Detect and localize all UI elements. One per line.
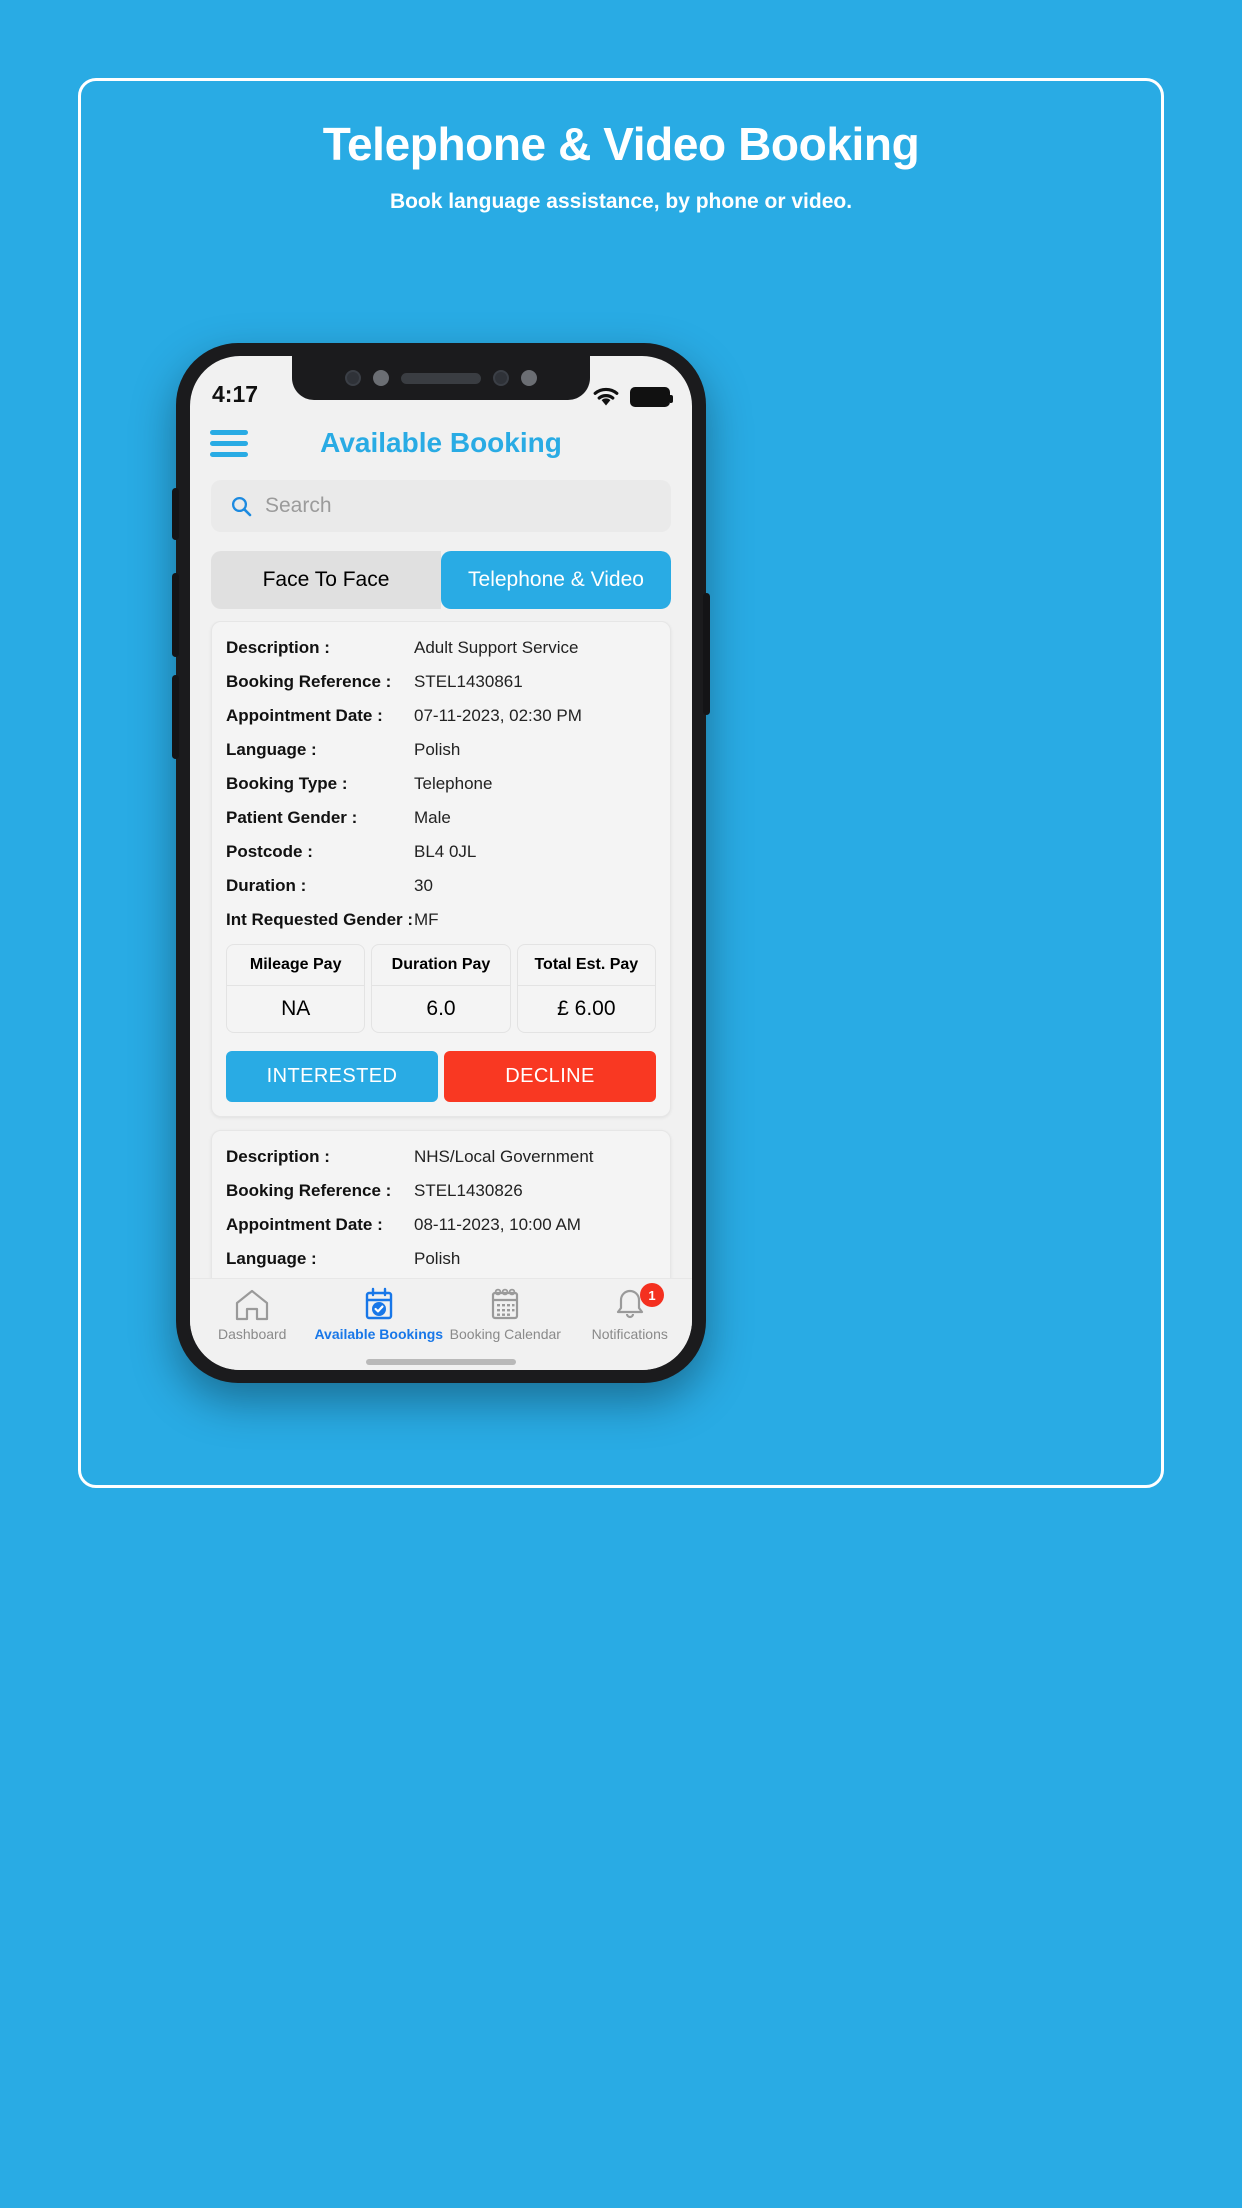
field-value: Telephone [414,774,493,793]
booking-field-row: Booking Reference : STEL1430861 [226,672,656,692]
field-value: 30 [414,876,433,895]
field-value: 07-11-2023, 02:30 PM [414,706,582,725]
booking-type-tabs: Face To Face Telephone & Video [211,551,671,609]
wifi-icon [593,387,619,406]
interested-button[interactable]: INTERESTED [226,1051,438,1102]
booking-field-row: Description : NHS/Local Government [226,1147,656,1167]
field-value: 08-11-2023, 10:00 AM [414,1215,581,1234]
promo-title: Telephone & Video Booking [322,118,920,170]
pay-header: Total Est. Pay [516,944,656,986]
field-value: BL4 0JL [414,842,477,861]
booking-field-row: Duration : 30 [226,876,656,896]
pay-header: Duration Pay [371,944,511,986]
nav-item-available-bookings[interactable]: Available Bookings [314,1287,443,1342]
booking-field-row: Int Requested Gender : MF [226,910,656,930]
search-input-placeholder[interactable]: Search [265,494,332,518]
phone-mockup: 4:17 Available Booking Search Face To Fa… [172,343,710,1383]
page-title: Available Booking [320,427,562,458]
field-label: Booking Reference : [226,672,392,691]
field-label: Booking Reference : [226,1181,392,1200]
field-label: Language : [226,1249,317,1268]
pay-header: Mileage Pay [226,944,366,986]
nav-label: Available Bookings [314,1326,444,1342]
notification-badge: 1 [639,1283,664,1307]
field-label: Description : [226,638,330,657]
booking-field-row: Appointment Date : 07-11-2023, 02:30 PM [226,706,656,726]
phone-button-volume-up [172,573,179,657]
field-label: Language : [226,740,317,759]
pay-value: £ 6.00 [516,986,656,1033]
field-value: MF [414,910,439,929]
status-bar: 4:17 [190,356,692,412]
field-value: Polish [414,740,461,759]
hamburger-menu-icon[interactable] [210,429,248,457]
nav-item-dashboard[interactable]: Dashboard [190,1287,314,1342]
booking-actions: INTERESTED DECLINE [226,1051,656,1102]
promo-subtitle: Book language assistance, by phone or vi… [389,190,853,213]
booking-field-row: Patient Gender : Male [226,808,656,828]
field-label: Appointment Date : [226,1215,383,1234]
pay-column-total: Total Est. Pay £ 6.00 [516,944,656,1033]
booking-field-row: Description : Adult Support Service [226,638,656,658]
nav-item-booking-calendar[interactable]: Booking Calendar [443,1287,567,1342]
pay-table: Mileage Pay NA Duration Pay 6.0 Total Es… [226,944,656,1033]
search-bar[interactable]: Search [211,480,671,532]
field-label: Duration : [226,876,307,895]
booking-field-row: Language : Polish [226,1249,656,1269]
bookings-list[interactable]: Description : Adult Support Service Book… [190,621,692,1278]
booking-card[interactable]: Description : NHS/Local Government Booki… [211,1130,671,1278]
phone-button-mute [172,488,179,540]
nav-label: Booking Calendar [449,1326,561,1342]
field-label: Appointment Date : [226,706,383,725]
decline-button[interactable]: DECLINE [444,1051,656,1102]
calendar-check-icon [365,1287,392,1320]
field-value: Adult Support Service [414,638,579,657]
pay-value: 6.0 [371,986,511,1033]
field-value: Male [414,808,451,827]
home-icon [236,1289,269,1321]
phone-button-volume-down [172,675,179,759]
nav-item-notifications[interactable]: 1 Notifications [568,1283,692,1342]
status-time: 4:17 [212,381,259,407]
pay-column-duration: Duration Pay 6.0 [371,944,511,1033]
calendar-icon [492,1288,519,1320]
bottom-navigation: Dashboard Available Bookings Booking Cal… [190,1278,692,1370]
field-label: Description : [226,1147,330,1166]
field-label: Postcode : [226,842,313,861]
nav-label: Dashboard [217,1326,287,1342]
booking-field-row: Appointment Date : 08-11-2023, 10:00 AM [226,1215,656,1235]
home-indicator [366,1359,516,1365]
phone-screen: 4:17 Available Booking Search Face To Fa… [190,356,692,1370]
search-icon [231,496,252,517]
booking-field-row: Booking Reference : STEL1430826 [226,1181,656,1201]
booking-field-row: Postcode : BL4 0JL [226,842,656,862]
booking-field-row: Language : Polish [226,740,656,760]
pay-value: NA [226,986,366,1033]
app-bar: Available Booking [190,412,692,474]
booking-field-row: Booking Type : Telephone [226,774,656,794]
field-value: STEL1430861 [414,672,523,691]
nav-label: Notifications [591,1326,668,1342]
phone-button-power [703,593,710,715]
field-label: Patient Gender : [226,808,358,827]
booking-card[interactable]: Description : Adult Support Service Book… [211,621,671,1117]
field-value: NHS/Local Government [414,1147,594,1166]
battery-icon [630,387,673,407]
field-value: STEL1430826 [414,1181,523,1200]
tab-face-to-face[interactable]: Face To Face [211,551,441,609]
field-label: Booking Type : [226,774,348,793]
pay-column-mileage: Mileage Pay NA [226,944,366,1033]
field-value: Polish [414,1249,461,1268]
field-label: Int Requested Gender : [226,910,414,929]
tab-telephone-video[interactable]: Telephone & Video [441,551,671,609]
